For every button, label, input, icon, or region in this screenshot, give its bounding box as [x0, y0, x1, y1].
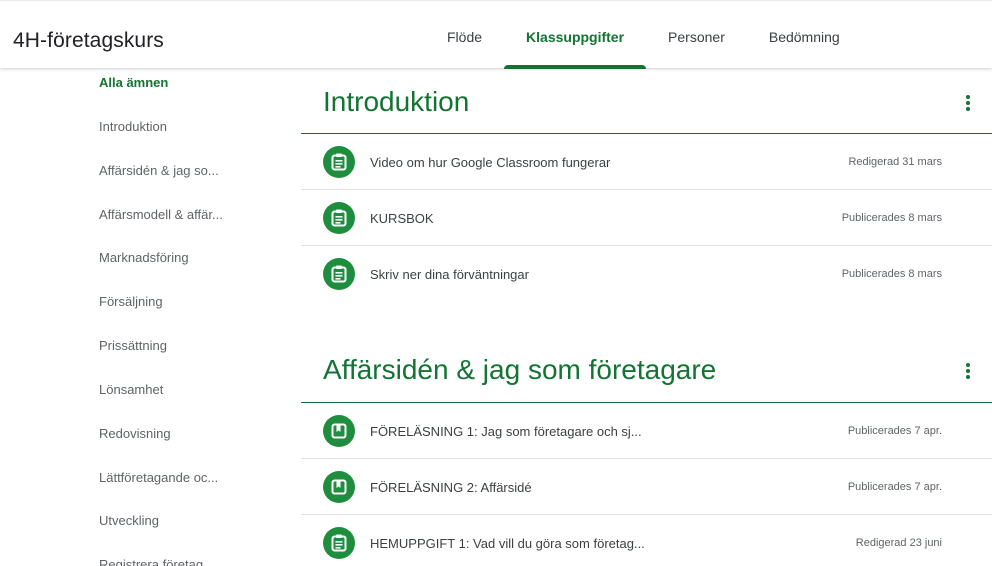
- classwork-item[interactable]: Video om hur Google Classroom fungerar R…: [301, 134, 992, 190]
- topic-title: Affärsidén & jag som företagare: [323, 354, 717, 385]
- item-title: FÖRELÄSNING 2: Affärsidé: [370, 480, 532, 495]
- topic-sidebar: Alla ämnen Introduktion Affärsidén & jag…: [0, 69, 300, 566]
- item-title: FÖRELÄSNING 1: Jag som företagare och sj…: [370, 424, 642, 439]
- item-status: Publicerades 8 mars: [841, 268, 942, 280]
- tab-stream[interactable]: Flöde: [425, 1, 504, 69]
- assignment-icon: [323, 527, 355, 559]
- item-title: Skriv ner dina förväntningar: [370, 267, 529, 282]
- course-title[interactable]: 4H-företagskurs: [13, 29, 164, 53]
- more-options-icon[interactable]: [964, 361, 972, 381]
- item-title: HEMUPPGIFT 1: Vad vill du göra som föret…: [370, 536, 645, 551]
- sidebar-item-marknadsforing[interactable]: Marknadsföring: [99, 250, 189, 265]
- topic-title: Introduktion: [323, 86, 470, 117]
- classwork-item[interactable]: Skriv ner dina förväntningar Publicerade…: [301, 246, 992, 302]
- tab-bar: Flöde Klassuppgifter Personer Bedömning: [425, 1, 862, 69]
- classwork-item[interactable]: HEMUPPGIFT 1: Vad vill du göra som föret…: [301, 515, 992, 566]
- classwork-list: Introduktion Video om hur Google Classro…: [301, 69, 992, 566]
- assignment-icon: [323, 202, 355, 234]
- item-status: Publicerades 7 apr.: [847, 481, 942, 493]
- material-icon: [323, 471, 355, 503]
- material-icon: [323, 415, 355, 447]
- sidebar-item-redovisning[interactable]: Redovisning: [99, 426, 171, 441]
- sidebar-item-lattforetagande[interactable]: Lättföretagande oc...: [99, 470, 218, 485]
- sidebar-item-lonsamhet[interactable]: Lönsamhet: [99, 382, 163, 397]
- tab-people[interactable]: Personer: [646, 1, 747, 69]
- tab-classwork[interactable]: Klassuppgifter: [504, 1, 647, 69]
- assignment-icon: [323, 146, 355, 178]
- sidebar-item-prissattning[interactable]: Prissättning: [99, 338, 167, 353]
- classwork-item[interactable]: FÖRELÄSNING 2: Affärsidé Publicerades 7 …: [301, 459, 992, 515]
- classwork-item[interactable]: KURSBOK Publicerades 8 mars: [301, 190, 992, 246]
- assignment-icon: [323, 258, 355, 290]
- sidebar-item-forsaljning[interactable]: Försäljning: [99, 294, 163, 309]
- item-status: Publicerades 7 apr.: [847, 425, 942, 437]
- top-app-bar: 4H-företagskurs Flöde Klassuppgifter Per…: [0, 0, 992, 69]
- item-status: Publicerades 8 mars: [841, 212, 942, 224]
- sidebar-item-utveckling[interactable]: Utveckling: [99, 513, 159, 528]
- tab-grades[interactable]: Bedömning: [747, 1, 862, 69]
- more-options-icon[interactable]: [964, 93, 972, 113]
- sidebar-item-affarsiden[interactable]: Affärsidén & jag so...: [99, 163, 219, 178]
- sidebar-item-affarsmodell[interactable]: Affärsmodell & affär...: [99, 207, 223, 222]
- item-title: Video om hur Google Classroom fungerar: [370, 155, 611, 170]
- sidebar-item-all-topics[interactable]: Alla ämnen: [99, 75, 168, 90]
- sidebar-item-registrera-foretag[interactable]: Registrera företag: [99, 557, 203, 566]
- item-status: Redigerad 31 mars: [848, 156, 942, 168]
- classwork-item[interactable]: FÖRELÄSNING 1: Jag som företagare och sj…: [301, 403, 992, 459]
- sidebar-item-introduktion[interactable]: Introduktion: [99, 119, 167, 134]
- item-status: Redigerad 23 juni: [855, 537, 942, 549]
- item-title: KURSBOK: [370, 211, 434, 226]
